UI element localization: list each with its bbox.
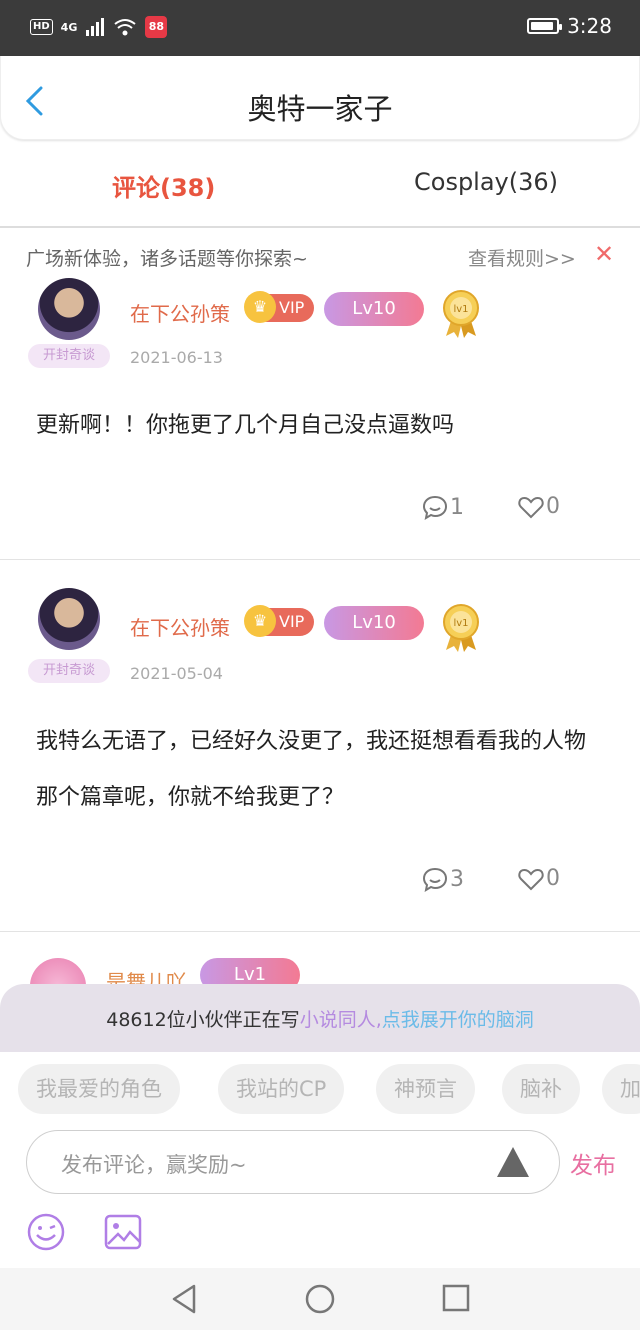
comment-item: 是舞儿吖 Lv1 [0,930,640,1014]
heart-icon [518,868,544,890]
avatar[interactable] [38,278,100,340]
avatar-tag: 开封奇谈 [28,344,110,368]
vip-label: VIP [279,612,305,631]
topic-chip[interactable]: 我站的CP [218,1064,345,1114]
like-button[interactable]: 0 [518,494,560,519]
medal-label: lv1 [453,618,468,629]
reply-count: 1 [450,494,464,520]
network-label: 4G [60,20,78,34]
like-button[interactable]: 0 [518,866,560,891]
status-right: 3:28 [527,14,612,38]
comment-item: 开封奇谈 在下公孙策 ♛ VIP Lv10 lv1 2021-06-13 更新啊… [0,270,640,560]
topic-chip[interactable]: 我最爱的角色 [18,1064,180,1114]
system-nav-bar [0,1268,640,1330]
tab-cosplay[interactable]: Cosplay(36) [414,168,558,196]
username[interactable]: 在下公孙策 [130,612,230,641]
heart-icon [518,496,544,518]
compose-tools [0,1206,640,1268]
level-badge: Lv10 [324,292,424,326]
status-time: 3:28 [567,14,612,38]
banner-highlight-1: 小说同人, [299,1009,382,1031]
rules-link[interactable]: 查看规则>> [468,244,576,271]
medal-icon: lv1 [443,290,479,338]
close-icon[interactable]: ✕ [594,240,614,268]
reply-button[interactable]: 1 [422,494,464,520]
topic-chip[interactable]: 加 [602,1064,640,1114]
medal-icon: lv1 [443,604,479,652]
like-count: 0 [546,866,560,891]
battery-icon [527,18,563,34]
notice-text: 广场新体验，诸多话题等你探索~ [26,248,308,270]
comment-date: 2021-06-13 [130,348,223,367]
topic-chip-row: 我最爱的角色 我站的CP 神预言 脑补 加 [0,1052,640,1126]
app-notification-icon: 88 [145,16,168,38]
crown-icon: ♛ [244,605,276,637]
wifi-icon [114,19,136,36]
level-badge: Lv10 [324,606,424,640]
comment-content: 我特么无语了，已经好久没更了，我还挺想看看我的人物那个篇章呢，你就不给我更了？ [36,729,587,810]
banner-highlight-2: 点我展开你的脑洞 [381,1009,534,1031]
publish-button[interactable]: 发布 [570,1146,616,1180]
comment-bubble-icon [422,867,448,892]
signal-icon [86,18,105,36]
reply-button[interactable]: 3 [422,866,464,892]
back-nav-icon[interactable] [170,1284,198,1314]
compose-row: 发布评论，赢奖励~ 发布 [0,1126,640,1206]
emoji-icon[interactable] [26,1212,66,1252]
status-left: HD 4G 88 [30,16,168,38]
hd-icon: HD [30,19,53,35]
avatar[interactable] [38,588,100,650]
triangle-icon[interactable] [497,1147,529,1177]
comment-input[interactable]: 发布评论，赢奖励~ [26,1130,560,1194]
comment-item: 开封奇谈 在下公孙策 ♛ VIP Lv10 lv1 2021-05-04 我特么… [0,584,640,932]
title-bar: 奥特一家子 [0,56,640,140]
vip-badge: ♛ VIP [244,605,314,637]
comment-placeholder: 发布评论，赢奖励~ [61,1153,247,1177]
username[interactable]: 在下公孙策 [130,298,230,327]
page-title: 奥特一家子 [247,92,393,126]
vip-badge: ♛ VIP [244,291,314,323]
banner-prefix: 48612位小伙伴正在写 [106,1009,300,1031]
like-count: 0 [546,494,560,519]
tab-bar: 评论(38) Cosplay(36) [0,140,640,228]
vip-label: VIP [279,298,305,317]
topic-chip[interactable]: 脑补 [502,1064,580,1114]
home-nav-icon[interactable] [305,1284,335,1314]
tab-comments[interactable]: 评论(38) [112,168,215,203]
image-icon[interactable] [104,1214,142,1250]
comment-content: 更新啊！！你拖更了几个月自己没点逼数吗 [36,413,455,438]
comment-date: 2021-05-04 [130,664,223,683]
medal-label: lv1 [453,304,468,315]
crown-icon: ♛ [244,291,276,323]
recents-nav-icon[interactable] [442,1284,470,1312]
comment-bubble-icon [422,495,448,520]
status-bar: HD 4G 88 3:28 [0,0,640,56]
reply-count: 3 [450,866,464,892]
avatar-tag: 开封奇谈 [28,659,110,683]
battery-fill [531,22,554,30]
writing-banner[interactable]: 48612位小伙伴正在写小说同人,点我展开你的脑洞 [0,984,640,1052]
topic-chip[interactable]: 神预言 [376,1064,475,1114]
